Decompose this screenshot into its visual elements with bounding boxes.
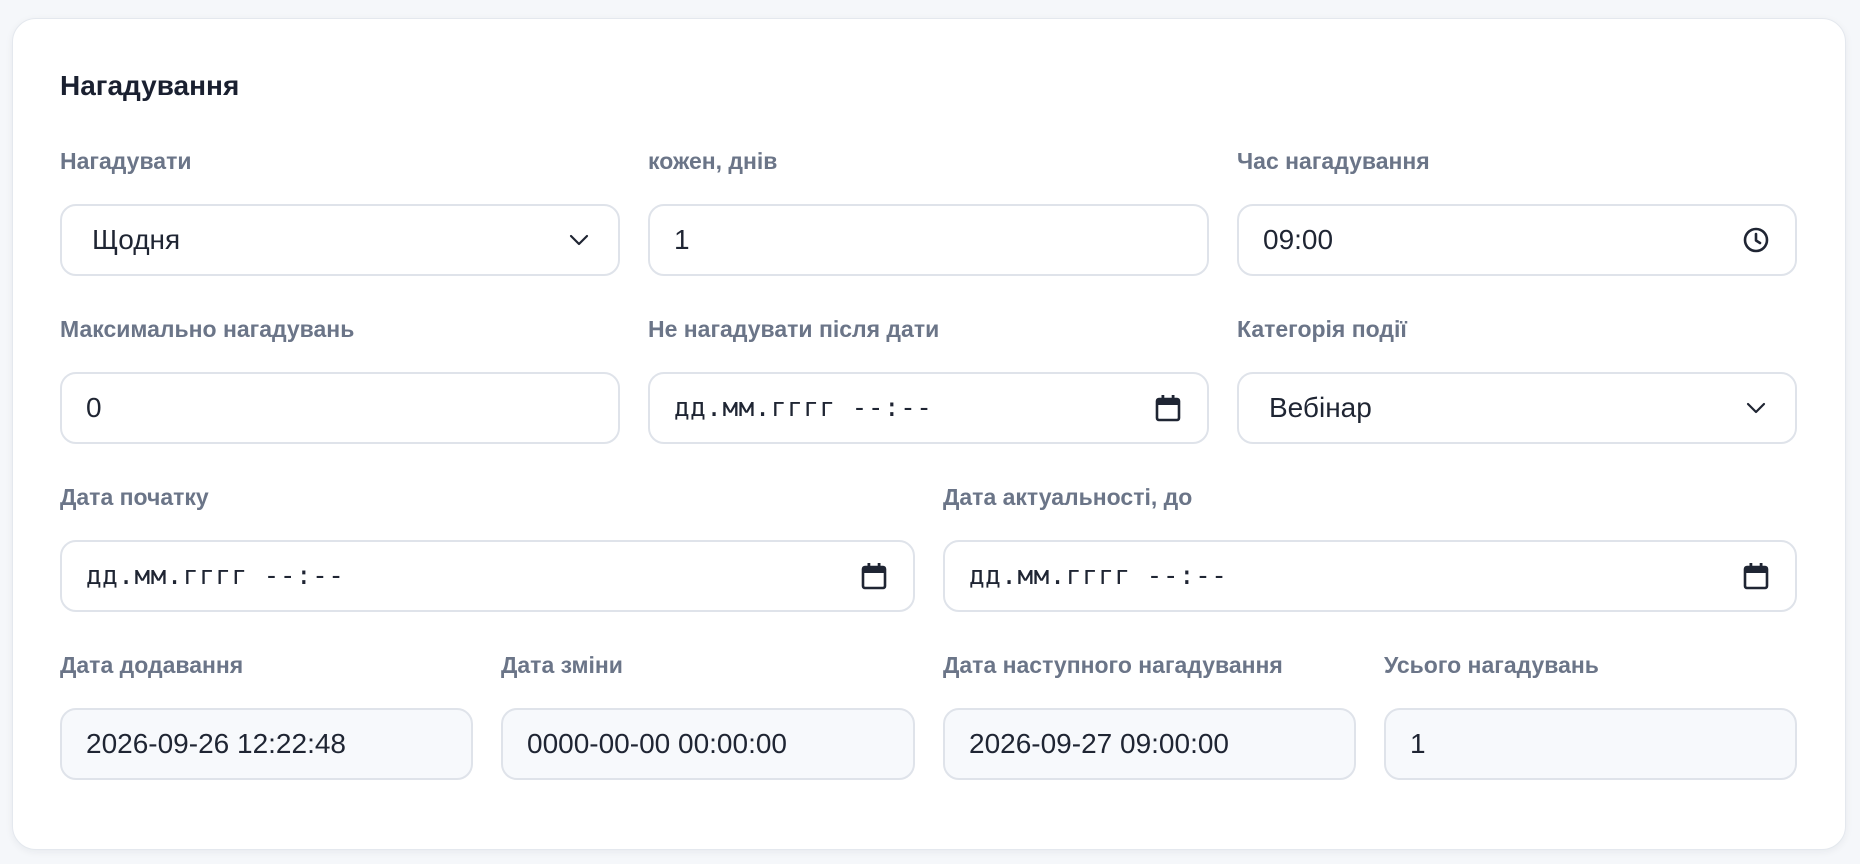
- every-days-value: 1: [674, 224, 690, 255]
- calendar-icon[interactable]: [1741, 561, 1771, 591]
- clock-icon[interactable]: [1741, 225, 1771, 255]
- date-modified-label: Дата зміни: [501, 652, 623, 678]
- no-remind-after-placeholder: дд.мм.гггг --:--: [674, 393, 933, 423]
- chevron-down-icon: [564, 225, 594, 255]
- max-reminders-value: 0: [86, 392, 102, 423]
- every-days-label: кожен, днів: [648, 148, 778, 174]
- total-reminders-label: Усього нагадувань: [1384, 652, 1599, 678]
- date-modified-value: 0000-00-00 00:00:00: [527, 728, 787, 759]
- remind-time-value: 09:00: [1263, 224, 1334, 255]
- every-days-input[interactable]: 1: [648, 204, 1209, 276]
- next-reminder-date-value: 2026-09-27 09:00:00: [969, 728, 1229, 759]
- no-remind-after-label: Не нагадувати після дати: [648, 316, 940, 342]
- max-reminders-label: Максимально нагадувань: [60, 316, 355, 342]
- chevron-down-icon: [1741, 393, 1771, 423]
- date-added-value: 2026-09-26 12:22:48: [86, 728, 346, 759]
- event-category-select[interactable]: Вебінар: [1237, 372, 1797, 444]
- total-reminders-field: 1: [1384, 708, 1797, 780]
- valid-until-placeholder: дд.мм.гггг --:--: [969, 561, 1228, 591]
- remind-time-input[interactable]: 09:00: [1237, 204, 1797, 276]
- max-reminders-input[interactable]: 0: [60, 372, 620, 444]
- event-category-label: Категорія події: [1237, 316, 1407, 342]
- start-date-placeholder: дд.мм.гггг --:--: [86, 561, 345, 591]
- next-reminder-date-label: Дата наступного нагадування: [943, 652, 1283, 678]
- remind-label: Нагадувати: [60, 148, 192, 174]
- remind-select[interactable]: Щодня: [60, 204, 620, 276]
- date-added-field: 2026-09-26 12:22:48: [60, 708, 473, 780]
- remind-select-value: Щодня: [92, 224, 181, 255]
- date-added-label: Дата додавання: [60, 652, 244, 678]
- calendar-icon[interactable]: [859, 561, 889, 591]
- total-reminders-value: 1: [1410, 728, 1426, 759]
- event-category-value: Вебінар: [1269, 392, 1372, 423]
- next-reminder-date-field: 2026-09-27 09:00:00: [943, 708, 1356, 780]
- start-date-label: Дата початку: [60, 484, 209, 510]
- valid-until-label: Дата актуальності, до: [943, 484, 1193, 510]
- date-modified-field: 0000-00-00 00:00:00: [501, 708, 915, 780]
- valid-until-input[interactable]: дд.мм.гггг --:--: [943, 540, 1797, 612]
- remind-time-label: Час нагадування: [1237, 148, 1430, 174]
- section-title: Нагадування: [60, 70, 240, 101]
- calendar-icon[interactable]: [1153, 393, 1183, 423]
- start-date-input[interactable]: дд.мм.гггг --:--: [60, 540, 915, 612]
- no-remind-after-input[interactable]: дд.мм.гггг --:--: [648, 372, 1209, 444]
